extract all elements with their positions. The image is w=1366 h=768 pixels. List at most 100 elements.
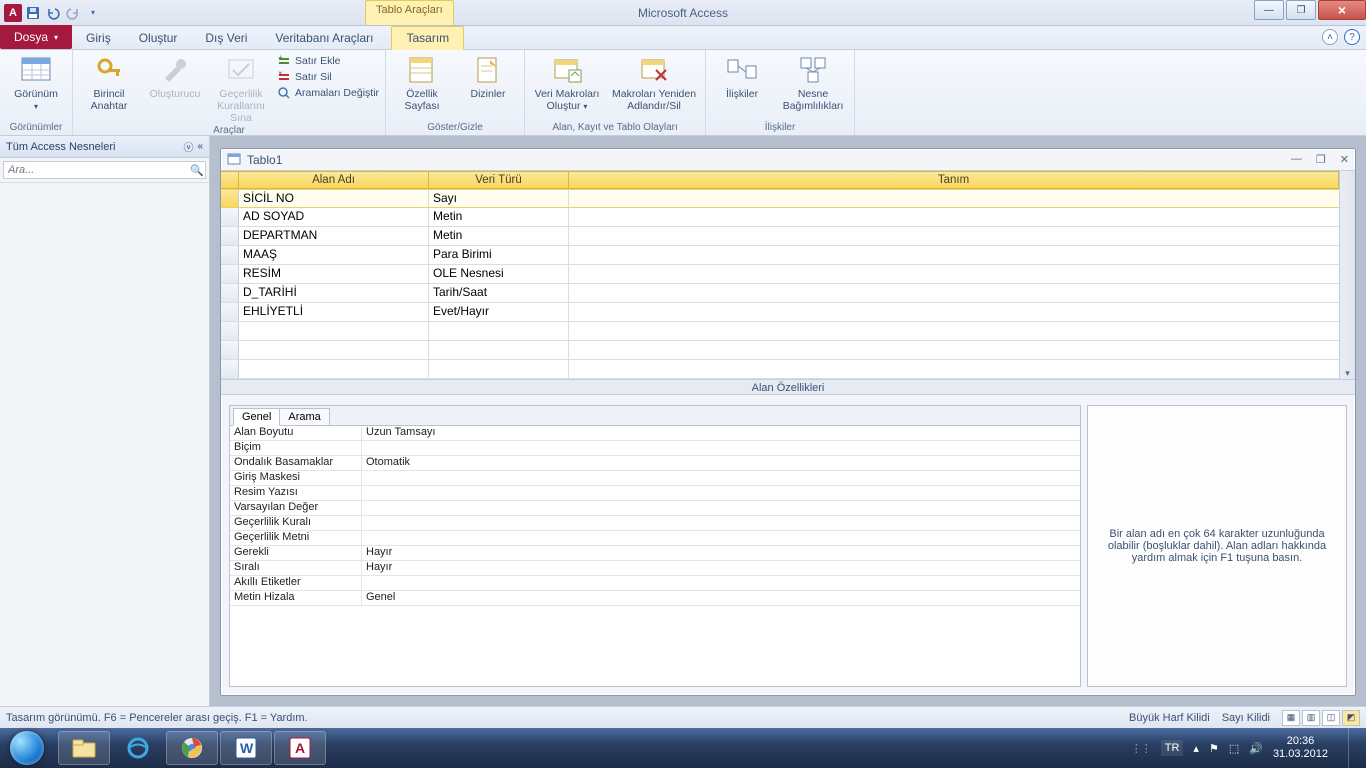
property-value[interactable] <box>362 501 1080 515</box>
row-selector[interactable] <box>221 284 239 302</box>
minimize-button[interactable]: — <box>1254 0 1284 20</box>
nav-filter-icon[interactable]: ⓥ <box>183 139 193 154</box>
property-row[interactable]: Akıllı Etiketler <box>230 576 1080 591</box>
taskbar-word[interactable]: W <box>220 731 272 765</box>
property-sheet-button[interactable]: Özellik Sayfası <box>392 52 452 112</box>
tab-design[interactable]: Tasarım <box>391 26 464 50</box>
window-titlebar[interactable]: Tablo1 — ❐ ✕ <box>221 149 1355 171</box>
property-row[interactable]: Resim Yazısı <box>230 486 1080 501</box>
field-name-cell[interactable]: MAAŞ <box>239 246 429 264</box>
property-value[interactable] <box>362 486 1080 500</box>
data-type-cell[interactable]: Evet/Hayır <box>429 303 569 321</box>
data-type-cell[interactable]: OLE Nesnesi <box>429 265 569 283</box>
field-row[interactable]: SİCİL NOSayı <box>221 189 1339 208</box>
view-button[interactable]: Görünüm▾ <box>6 52 66 112</box>
relationships-button[interactable]: İlişkiler <box>712 52 772 100</box>
taskbar-access[interactable]: A <box>274 731 326 765</box>
tab-general[interactable]: Genel <box>233 408 280 426</box>
tab-home[interactable]: Giriş <box>72 27 125 49</box>
data-type-cell[interactable] <box>429 341 569 359</box>
data-type-cell[interactable]: Metin <box>429 227 569 245</box>
taskbar-clock[interactable]: 20:36 31.03.2012 <box>1273 735 1332 761</box>
close-button[interactable]: × <box>1318 0 1366 20</box>
row-selector[interactable] <box>221 208 239 226</box>
field-name-cell[interactable]: AD SOYAD <box>239 208 429 226</box>
data-type-cell[interactable]: Tarih/Saat <box>429 284 569 302</box>
undo-icon[interactable] <box>44 4 62 22</box>
tab-create[interactable]: Oluştur <box>125 27 192 49</box>
row-selector[interactable] <box>221 341 239 359</box>
field-row[interactable] <box>221 322 1339 341</box>
row-selector[interactable] <box>221 265 239 283</box>
field-row[interactable] <box>221 341 1339 360</box>
restore-button[interactable]: ❐ <box>1286 0 1316 20</box>
property-value[interactable] <box>362 441 1080 455</box>
property-value[interactable] <box>362 576 1080 590</box>
property-value[interactable]: Hayır <box>362 561 1080 575</box>
show-desktop-button[interactable] <box>1348 728 1360 768</box>
field-row[interactable]: AD SOYADMetin <box>221 208 1339 227</box>
data-type-cell[interactable]: Metin <box>429 208 569 226</box>
indexes-button[interactable]: Dizinler <box>458 52 518 100</box>
object-dependencies-button[interactable]: Nesne Bağımlılıkları <box>778 52 848 112</box>
data-type-cell[interactable]: Sayı <box>429 190 569 207</box>
tab-lookup[interactable]: Arama <box>279 408 329 426</box>
field-name-cell[interactable] <box>239 341 429 359</box>
redo-icon[interactable] <box>64 4 82 22</box>
field-name-cell[interactable]: EHLİYETLİ <box>239 303 429 321</box>
field-row[interactable]: EHLİYETLİEvet/Hayır <box>221 303 1339 322</box>
data-type-cell[interactable] <box>429 322 569 340</box>
field-name-cell[interactable]: D_TARİHİ <box>239 284 429 302</box>
property-value[interactable] <box>362 531 1080 545</box>
save-icon[interactable] <box>24 4 42 22</box>
tab-dbtools[interactable]: Veritabanı Araçları <box>261 27 387 49</box>
field-row[interactable]: MAAŞPara Birimi <box>221 246 1339 265</box>
tray-network-icon[interactable]: ⬚ <box>1229 742 1239 755</box>
description-cell[interactable] <box>569 341 1339 359</box>
nav-search-input[interactable] <box>4 164 189 176</box>
property-row[interactable]: Metin HizalaGenel <box>230 591 1080 606</box>
property-row[interactable]: Geçerlilik Metni <box>230 531 1080 546</box>
data-type-cell[interactable]: Para Birimi <box>429 246 569 264</box>
design-view-icon[interactable]: ◩ <box>1342 710 1360 726</box>
description-cell[interactable] <box>569 303 1339 321</box>
nav-pane-header[interactable]: Tüm Access Nesneleri ⓥ « <box>0 136 209 158</box>
doc-minimize-icon[interactable]: — <box>1291 153 1302 166</box>
row-selector[interactable] <box>221 360 239 378</box>
rename-delete-macro-button[interactable]: Makroları Yeniden Adlandır/Sil <box>609 52 699 112</box>
property-value[interactable]: Uzun Tamsayı <box>362 426 1080 440</box>
ribbon-minimize-icon[interactable]: ˄ <box>1322 29 1338 45</box>
property-value[interactable]: Genel <box>362 591 1080 605</box>
tray-volume-icon[interactable]: 🔊 <box>1249 742 1263 755</box>
taskbar-explorer[interactable] <box>58 731 110 765</box>
property-row[interactable]: Giriş Maskesi <box>230 471 1080 486</box>
property-row[interactable]: Varsayılan Değer <box>230 501 1080 516</box>
field-name-cell[interactable] <box>239 322 429 340</box>
doc-close-icon[interactable]: ✕ <box>1340 153 1349 166</box>
field-name-cell[interactable]: SİCİL NO <box>239 190 429 207</box>
row-selector[interactable] <box>221 246 239 264</box>
taskbar-chrome[interactable] <box>166 731 218 765</box>
datasheet-view-icon[interactable]: ▦ <box>1282 710 1300 726</box>
tray-flag-icon[interactable]: ⚑ <box>1209 742 1219 755</box>
doc-restore-icon[interactable]: ❐ <box>1316 153 1326 166</box>
property-value[interactable] <box>362 471 1080 485</box>
property-row[interactable]: Alan BoyutuUzun Tamsayı <box>230 426 1080 441</box>
property-row[interactable]: Ondalık BasamaklarOtomatik <box>230 456 1080 471</box>
field-row[interactable]: D_TARİHİTarih/Saat <box>221 284 1339 303</box>
primary-key-button[interactable]: Birincil Anahtar <box>79 52 139 112</box>
field-name-cell[interactable]: DEPARTMAN <box>239 227 429 245</box>
app-icon[interactable]: A <box>4 4 22 22</box>
row-selector[interactable] <box>221 303 239 321</box>
delete-rows-button[interactable]: ×Satır Sil <box>277 70 379 84</box>
property-value[interactable]: Otomatik <box>362 456 1080 470</box>
language-indicator[interactable]: TR <box>1161 740 1184 756</box>
tab-external[interactable]: Dış Veri <box>191 27 261 49</box>
description-cell[interactable] <box>569 322 1339 340</box>
vertical-scrollbar[interactable]: ▾ <box>1339 171 1355 379</box>
property-row[interactable]: Geçerlilik Kuralı <box>230 516 1080 531</box>
taskbar-ie[interactable] <box>112 731 164 765</box>
tray-show-hidden-icon[interactable]: ▴ <box>1193 742 1199 755</box>
description-cell[interactable] <box>569 360 1339 378</box>
field-name-cell[interactable]: RESİM <box>239 265 429 283</box>
